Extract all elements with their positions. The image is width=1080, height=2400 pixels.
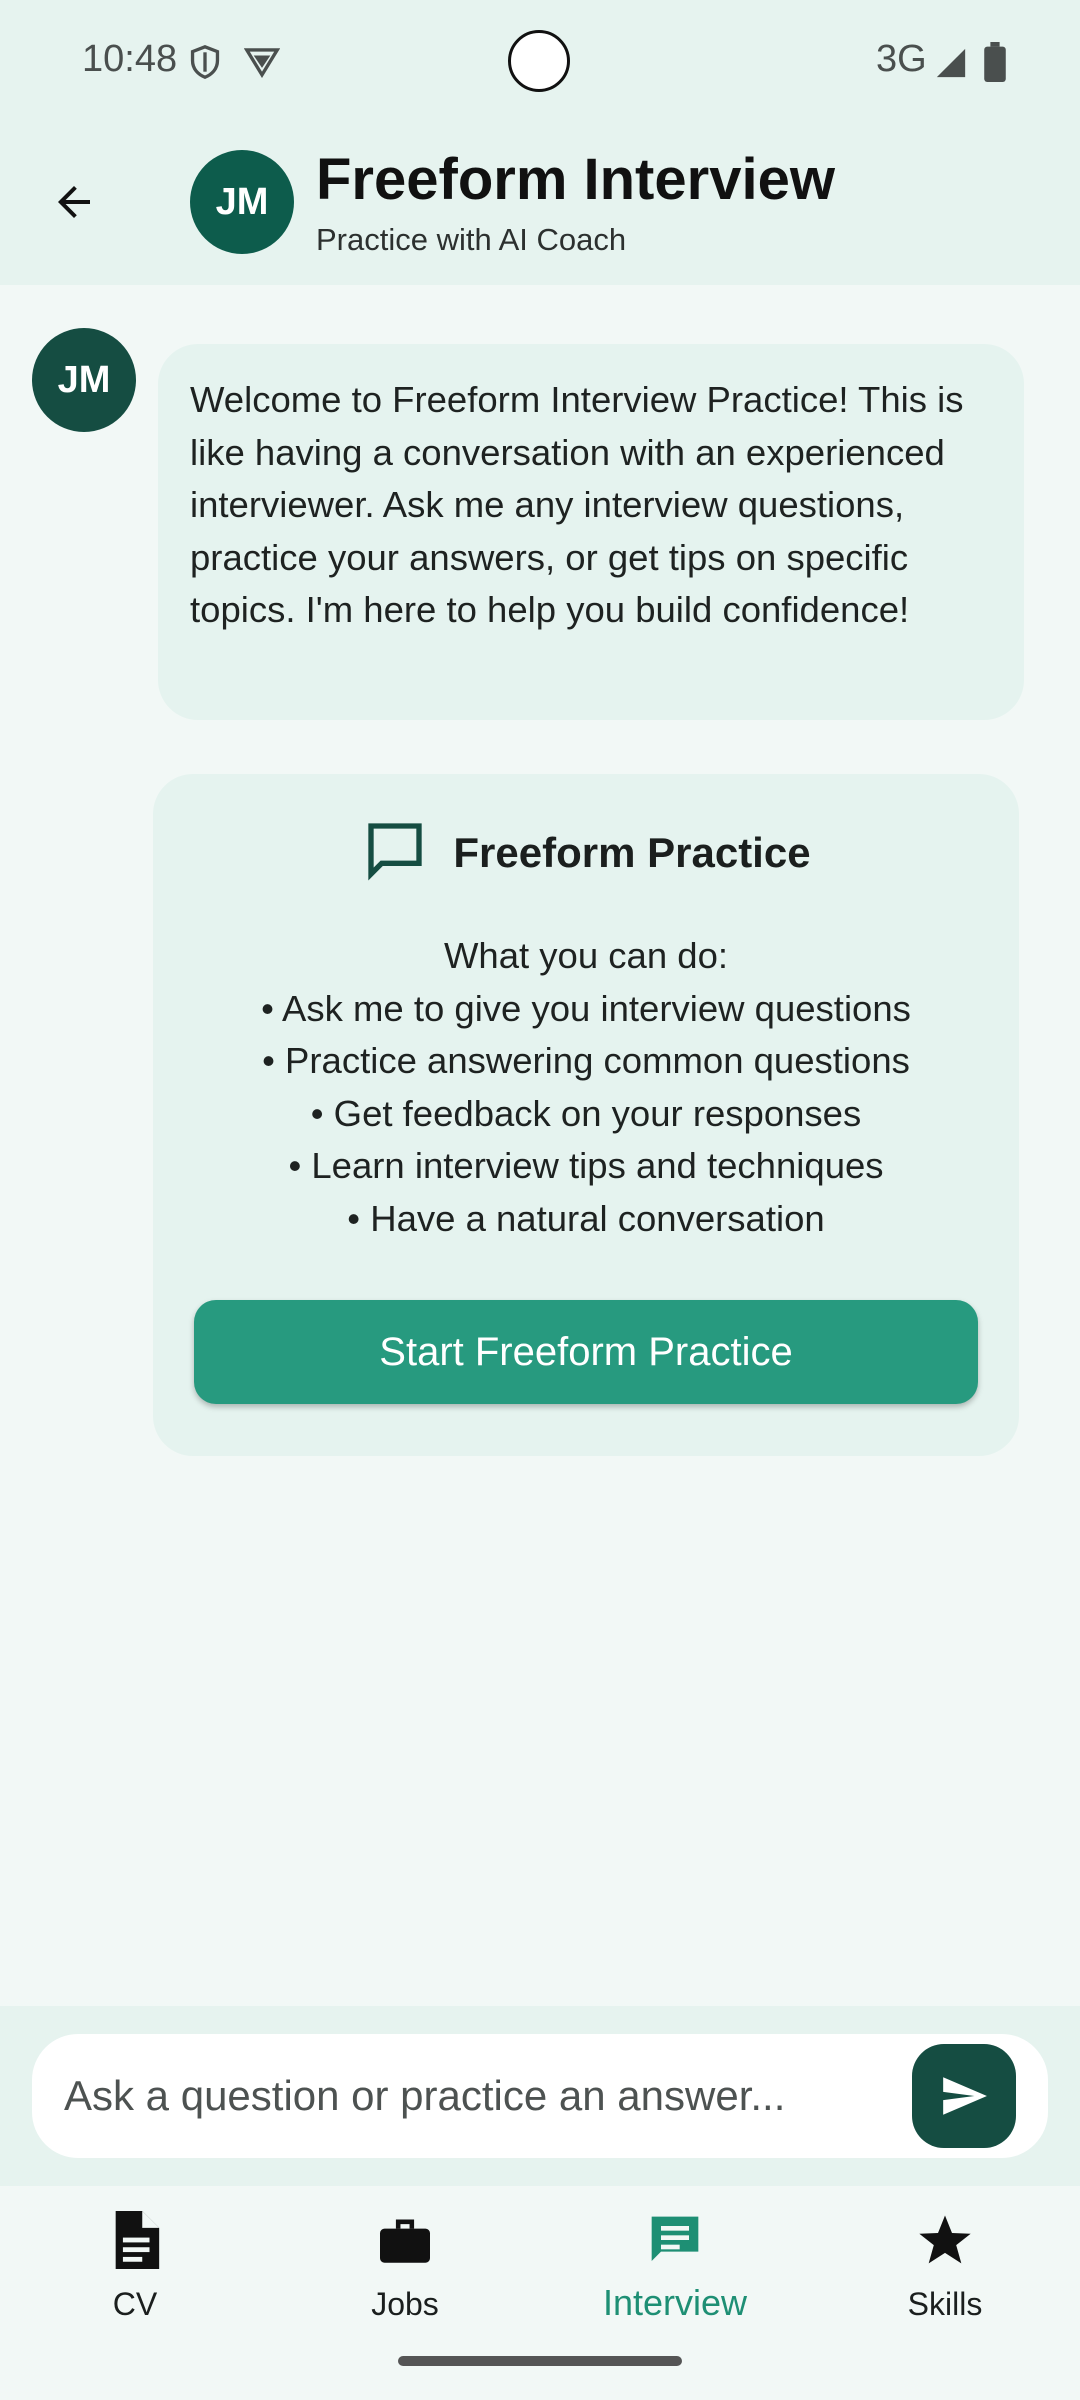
composer-bar [0,2006,1080,2186]
vpn-icon [243,44,281,83]
send-icon [943,2077,987,2115]
camera-cutout [508,30,570,92]
home-indicator[interactable] [398,2356,682,2366]
nav-item-skills[interactable]: Skills [845,2208,1045,2348]
chat-bubble-icon [361,818,429,887]
network-type: 3G [876,38,927,80]
arrow-back-icon [58,186,90,218]
page-subtitle: Practice with AI Coach [316,222,627,257]
card-intro: What you can do: [443,935,729,976]
card-title: Freeform Practice [453,828,811,876]
nav-label: Jobs [371,2286,439,2322]
nav-item-interview[interactable]: Interview [575,2208,775,2348]
feature-item: • Ask me to give you interview questions [261,987,911,1029]
nav-label: Skills [907,2286,983,2322]
nav-item-jobs[interactable]: Jobs [305,2208,505,2348]
briefcase-icon [373,2208,437,2272]
feature-item: • Get feedback on your responses [310,1092,862,1134]
battery-icon [984,42,1006,87]
card-header: Freeform Practice [153,818,1019,887]
welcome-message: Welcome to Freeform Interview Practice! … [158,344,1024,720]
page-title: Freeform Interview [316,147,835,212]
nav-label: CV [112,2286,158,2322]
chat-icon [643,2208,707,2272]
feature-item: • Learn interview tips and techniques [288,1145,884,1186]
practice-card: Freeform Practice What you can do: • Ask… [153,774,1019,1456]
shield-icon [188,44,222,85]
star-icon [913,2208,977,2272]
document-icon [103,2208,167,2272]
nav-item-cv[interactable]: CV [35,2208,235,2348]
signal-icon [934,46,968,85]
status-time: 10:48 [82,38,178,80]
message-input[interactable] [64,2034,894,2158]
nav-label: Interview [602,2282,748,2323]
coach-avatar: JM [190,150,294,254]
send-button[interactable] [912,2044,1016,2148]
message-avatar: JM [32,328,136,432]
bottom-navigation: CV Jobs Interview Skills [0,2186,1080,2400]
status-bar: 10:48 3G [0,0,1080,130]
back-button[interactable] [42,170,106,234]
app-header: JM Freeform Interview Practice with AI C… [0,130,1080,285]
message-input-container [32,2034,1048,2158]
card-description: What you can do: • Ask me to give you in… [153,930,1019,1245]
start-practice-button[interactable]: Start Freeform Practice [194,1300,978,1404]
feature-item: • Practice answering common questions [262,1040,910,1081]
feature-item: • Have a natural conversation [347,1197,825,1239]
